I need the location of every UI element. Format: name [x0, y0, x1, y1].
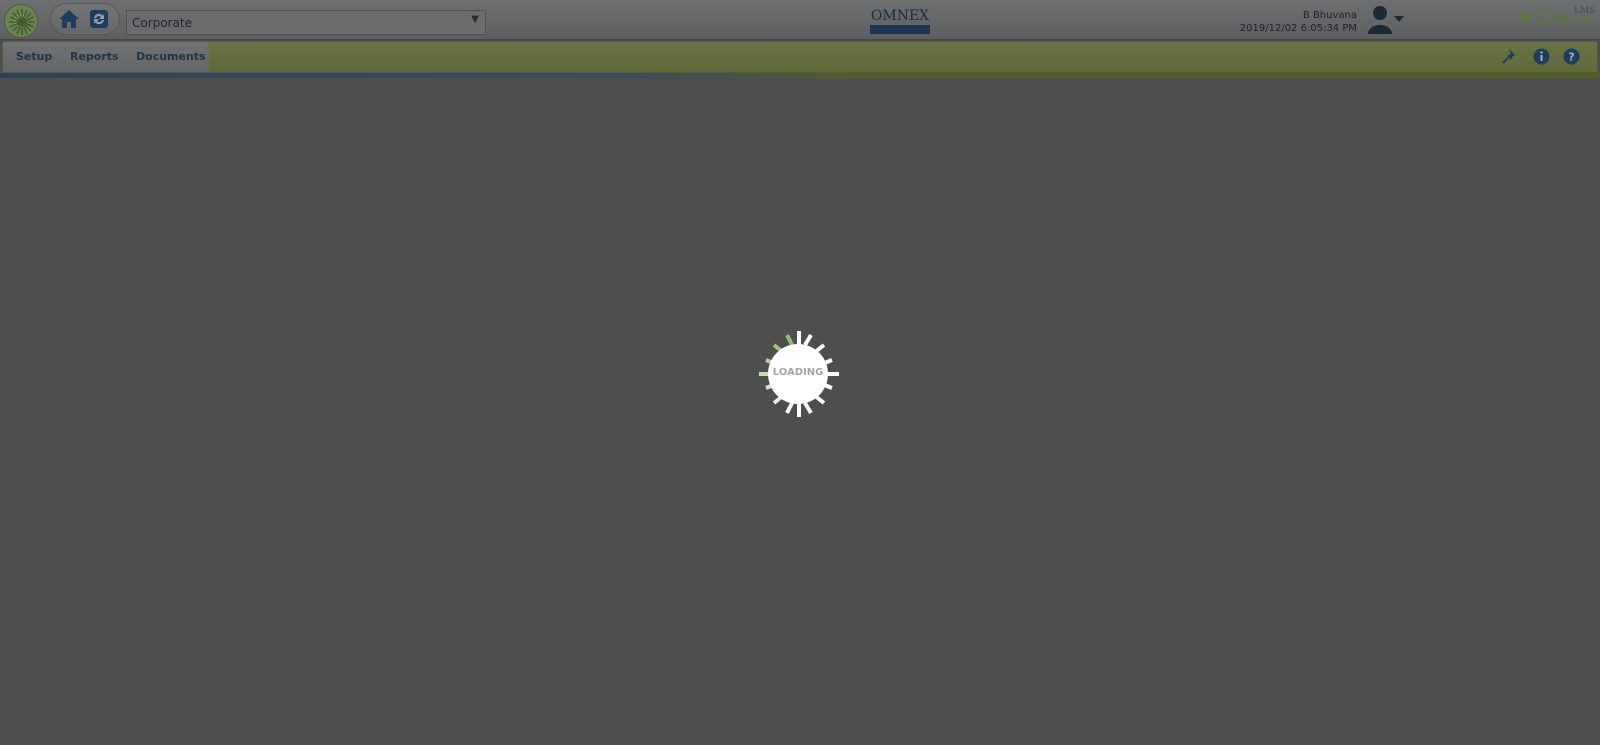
- organization-select[interactable]: Corporate ▼: [126, 10, 486, 35]
- app-logo-icon[interactable]: [4, 4, 38, 38]
- omnex-logo-text: OMNEX: [870, 8, 930, 24]
- omnex-logo: OMNEX: [870, 9, 930, 34]
- chevron-down-icon: ▼: [471, 14, 479, 25]
- ew-logo-text: Ew: [1536, 6, 1571, 31]
- omnex-logo-bar: [870, 25, 930, 34]
- ew-star-icon: ❋: [1518, 8, 1534, 29]
- top-header: Corporate ▼ OMNEX B Bhuvana 2019/12/02 6…: [0, 0, 1600, 40]
- session-datetime: 2019/12/02 6:05:34 PM: [1239, 23, 1357, 34]
- user-name: B Bhuvana: [1302, 10, 1357, 21]
- menu-item-reports[interactable]: Reports: [70, 50, 119, 63]
- menu-item-documents[interactable]: Documents: [136, 50, 206, 63]
- ew-logo-lms: LMS: [1574, 6, 1596, 16]
- menu-item-setup[interactable]: Setup: [16, 50, 52, 63]
- main-menu-bar: Setup Reports Documents: [2, 41, 1598, 73]
- user-avatar-icon[interactable]: [1366, 4, 1394, 34]
- main-menu: Setup Reports Documents: [3, 42, 209, 72]
- ew-logo-qms: QMS: [1571, 16, 1594, 26]
- svg-text:?: ?: [1568, 51, 1574, 64]
- loading-text: LOADING: [772, 367, 824, 378]
- refresh-icon[interactable]: [89, 9, 109, 29]
- user-info: B Bhuvana 2019/12/02 6:05:34 PM: [1240, 9, 1357, 35]
- info-icon[interactable]: [1533, 48, 1550, 65]
- user-menu-caret-icon[interactable]: [1394, 16, 1404, 22]
- header-accent-line: [0, 73, 1600, 78]
- help-icon[interactable]: ?: [1563, 48, 1580, 65]
- organization-select-value: Corporate: [132, 16, 192, 30]
- home-icon[interactable]: [58, 8, 80, 30]
- pin-icon[interactable]: [1502, 47, 1520, 65]
- ewqms-logo: ❋ Ew LMS QMS: [1518, 4, 1598, 34]
